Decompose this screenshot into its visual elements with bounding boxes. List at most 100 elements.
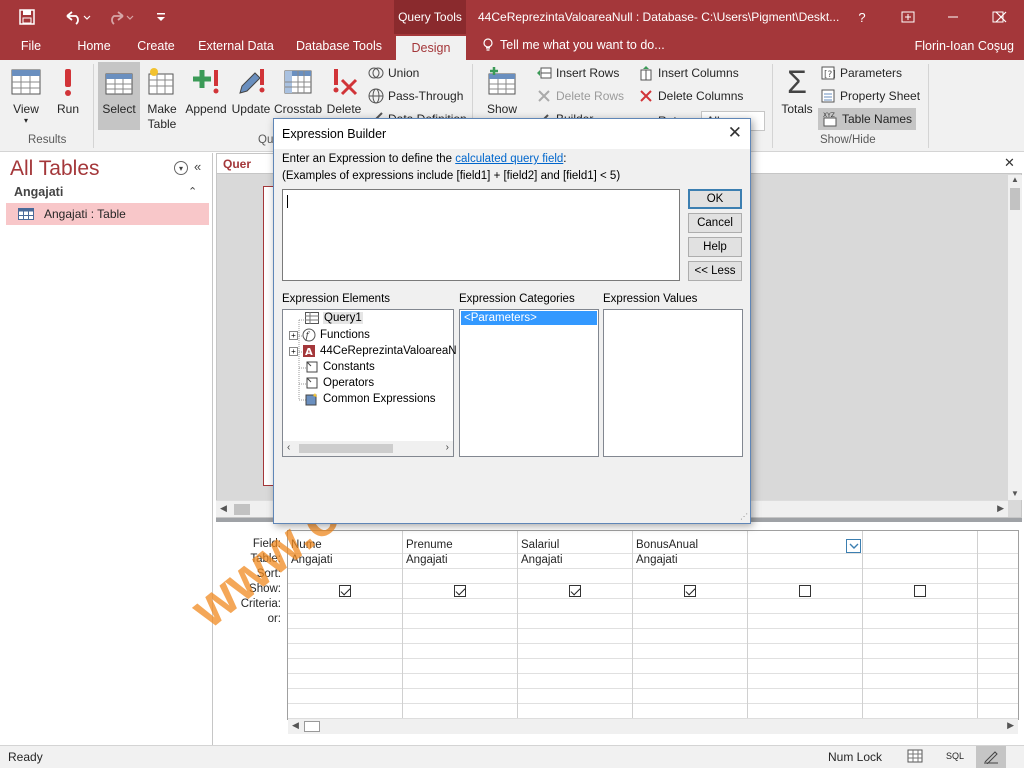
make-table-button[interactable]: Make Table — [142, 62, 182, 132]
grid-column-salariul[interactable]: Salariul Angajati — [518, 531, 633, 719]
delete-query-button[interactable]: Delete — [324, 62, 364, 116]
tree-item-common-expressions[interactable]: Common Expressions — [305, 392, 435, 406]
less-button[interactable]: << Less — [688, 261, 742, 281]
grid-column-nume[interactable]: Nume Angajati — [288, 531, 403, 719]
show-checkbox[interactable] — [569, 585, 581, 597]
close-window-icon[interactable] — [978, 0, 1024, 34]
expand-icon[interactable]: + — [289, 330, 298, 340]
show-checkbox[interactable] — [454, 585, 466, 597]
show-checkbox[interactable] — [799, 585, 811, 597]
grid-column-empty[interactable] — [978, 531, 1018, 719]
expression-elements-label: Expression Elements — [282, 293, 391, 305]
table-names-button[interactable]: XYZ Table Names — [818, 108, 917, 130]
query-document-tab[interactable]: Quer — [216, 153, 276, 173]
tree-item-query1[interactable]: Query1 — [305, 312, 363, 324]
show-checkbox[interactable] — [914, 585, 926, 597]
field-cell[interactable]: Salariul — [521, 539, 559, 551]
cancel-button[interactable]: Cancel — [688, 213, 742, 233]
table-cell[interactable]: Angajati — [636, 554, 678, 566]
tab-file[interactable]: File — [10, 34, 52, 60]
append-button[interactable]: Append — [184, 62, 228, 116]
tab-home[interactable]: Home — [68, 34, 120, 60]
tree-item-label: Common Expressions — [323, 393, 436, 405]
tab-design[interactable]: Design — [396, 36, 466, 60]
save-icon[interactable] — [16, 6, 38, 28]
tree-item-operators[interactable]: Operators — [305, 376, 374, 390]
delete-rows-button[interactable]: Delete Rows — [536, 88, 624, 104]
grid-column-empty[interactable] — [748, 531, 863, 719]
grid-column-bonusanual[interactable]: BonusAnual Angajati — [633, 531, 748, 719]
insert-rows-button[interactable]: Insert Rows — [536, 65, 619, 81]
nav-pane-title[interactable]: All Tables — [10, 157, 100, 181]
show-checkbox[interactable] — [339, 585, 351, 597]
nav-collapse-icon[interactable]: « — [194, 159, 201, 174]
nav-group-header[interactable]: Angajati — [14, 185, 63, 199]
run-button[interactable]: Run — [50, 62, 86, 116]
grid-hscroll[interactable]: ◀ ▶ — [288, 718, 1018, 734]
dialog-title: Expression Builder — [282, 127, 387, 141]
select-query-button[interactable]: Select — [98, 62, 140, 130]
table-cell[interactable]: Angajati — [406, 554, 448, 566]
redo-icon[interactable] — [104, 6, 138, 28]
tree-item-database[interactable]: + A 44CeReprezintaValoareaN — [289, 344, 457, 358]
category-item-parameters[interactable]: <Parameters> — [461, 311, 597, 325]
pass-through-button[interactable]: Pass-Through — [368, 88, 463, 104]
row-label-show: Show: — [249, 583, 281, 595]
ok-button[interactable]: OK — [688, 189, 742, 209]
tree-item-constants[interactable]: Constants — [305, 360, 375, 374]
tab-external-data[interactable]: External Data — [192, 34, 280, 60]
show-checkbox[interactable] — [684, 585, 696, 597]
expression-textbox[interactable] — [282, 189, 680, 281]
undo-icon[interactable] — [60, 6, 94, 28]
nav-item-angajati-table[interactable]: Angajati : Table — [6, 203, 209, 225]
field-cell[interactable]: Nume — [291, 539, 322, 551]
elements-hscroll[interactable]: ‹ › — [283, 441, 453, 456]
property-sheet-button[interactable]: Property Sheet — [820, 88, 920, 104]
parameters-button[interactable]: [?] Parameters — [820, 65, 902, 81]
view-button[interactable]: View ▾ — [6, 62, 46, 125]
tree-item-label: Query1 — [323, 312, 363, 324]
minimize-icon[interactable] — [931, 0, 975, 34]
calculated-query-field-link[interactable]: calculated query field — [455, 153, 563, 165]
field-cell[interactable]: Prenume — [406, 539, 453, 551]
totals-button[interactable]: Σ Totals — [778, 62, 816, 116]
sql-view-button[interactable]: SQL — [946, 751, 964, 761]
show-table-button[interactable]: Show — [480, 62, 524, 116]
table-cell[interactable]: Angajati — [291, 554, 333, 566]
table-pane-vscroll[interactable]: ▲ ▼ — [1008, 175, 1022, 500]
make-table-icon — [148, 68, 174, 95]
design-view-status-icon[interactable] — [976, 746, 1006, 768]
ribbon-separator — [93, 64, 94, 148]
user-name[interactable]: Florin-Ioan Coşug — [915, 39, 1014, 53]
expression-elements-tree[interactable]: Query1 + f Functions + A 44CeReprezintaV… — [282, 309, 457, 457]
crosstab-button[interactable]: Crosstab — [274, 62, 322, 116]
datasheet-view-status-icon[interactable] — [907, 749, 923, 763]
expression-categories-list[interactable]: <Parameters> — [459, 309, 599, 457]
tab-create[interactable]: Create — [130, 34, 182, 60]
nav-menu-chevron-icon[interactable]: ▾ — [174, 161, 188, 175]
expand-icon[interactable]: + — [289, 346, 298, 356]
field-dropdown-chevron-icon[interactable] — [846, 539, 861, 553]
group-collapse-icon[interactable]: ⌃ — [188, 185, 197, 198]
ribbon-display-icon[interactable] — [886, 0, 930, 34]
tab-database-tools[interactable]: Database Tools — [290, 34, 388, 60]
update-button[interactable]: Update — [230, 62, 272, 116]
grid-column-prenume[interactable]: Prenume Angajati — [403, 531, 518, 719]
tell-me-box[interactable]: Tell me what you want to do... — [482, 38, 665, 52]
delete-columns-button[interactable]: Delete Columns — [638, 88, 743, 104]
table-cell[interactable]: Angajati — [521, 554, 563, 566]
union-button[interactable]: Union — [368, 65, 419, 81]
dialog-title-bar[interactable]: Expression Builder ✕ — [274, 119, 750, 149]
insert-columns-button[interactable]: Insert Columns — [638, 65, 739, 81]
expression-values-list[interactable] — [603, 309, 743, 457]
grid-column-empty[interactable] — [863, 531, 978, 719]
help-button[interactable]: ? — [840, 0, 884, 34]
dialog-close-icon[interactable]: ✕ — [728, 123, 742, 143]
tree-item-label: Functions — [320, 329, 370, 341]
customize-qat-icon[interactable] — [150, 6, 172, 28]
close-document-icon[interactable]: ✕ — [1004, 155, 1015, 171]
field-cell[interactable]: BonusAnual — [636, 539, 698, 551]
resize-grip-icon[interactable]: ⋰ — [740, 512, 748, 521]
tree-item-functions[interactable]: + f Functions — [289, 328, 370, 342]
help-dialog-button[interactable]: Help — [688, 237, 742, 257]
